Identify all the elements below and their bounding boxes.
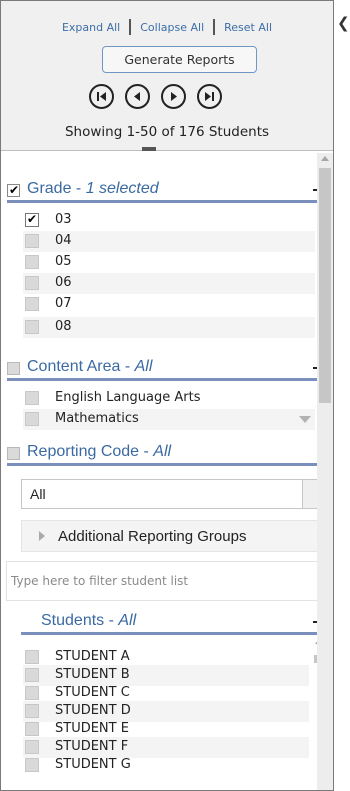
panel-scrollbar[interactable]: [317, 153, 333, 790]
grade-label: 04: [55, 233, 72, 248]
next-page-icon[interactable]: [161, 84, 186, 109]
collapse-panel-icon[interactable]: ❮: [337, 14, 350, 34]
student-checkbox[interactable]: [25, 704, 39, 718]
reporting-code-select-all-checkbox[interactable]: [7, 447, 20, 460]
students-title-text: Students -: [41, 612, 119, 629]
content-area-option-math[interactable]: Mathematics: [23, 409, 315, 430]
grade-checkbox[interactable]: [25, 320, 39, 334]
grade-option-04[interactable]: 04: [23, 231, 315, 252]
content-area-status-text: All: [134, 358, 153, 375]
student-name: STUDENT F: [55, 739, 129, 754]
grade-label: 03: [55, 212, 72, 227]
students-status-text: All: [118, 612, 137, 629]
student-checkbox[interactable]: [25, 722, 39, 736]
expand-all-link[interactable]: Expand All: [62, 21, 120, 34]
grade-label: 08: [55, 319, 72, 334]
header-links: Expand All Collapse All Reset All: [1, 19, 333, 35]
additional-reporting-groups-label: Additional Reporting Groups: [58, 528, 247, 545]
students-section-title: Students - All: [41, 612, 136, 630]
student-row[interactable]: STUDENT G: [23, 755, 309, 776]
student-name: STUDENT G: [55, 757, 131, 772]
student-name: STUDENT E: [55, 721, 129, 736]
content-area-section-header[interactable]: Content Area - All: [7, 357, 327, 381]
student-checkbox[interactable]: [25, 740, 39, 754]
content-area-section-title: Content Area - All: [27, 358, 152, 376]
student-name: STUDENT B: [55, 667, 130, 682]
grade-checkbox[interactable]: [25, 297, 39, 311]
reset-all-link[interactable]: Reset All: [224, 21, 272, 34]
student-checkbox[interactable]: [25, 668, 39, 682]
grade-checkbox[interactable]: ✔: [25, 212, 39, 227]
reporting-code-section-title: Reporting Code - All: [27, 443, 171, 461]
content-area-title-text: Content Area -: [27, 358, 135, 375]
collapse-all-link[interactable]: Collapse All: [140, 21, 204, 34]
grade-status-text: 1 selected: [85, 180, 159, 197]
first-page-icon[interactable]: [89, 84, 114, 109]
reporting-code-title-text: Reporting Code -: [27, 443, 154, 460]
grade-checkbox[interactable]: [25, 276, 39, 290]
grade-label: 06: [55, 275, 72, 290]
student-checkbox[interactable]: [25, 686, 39, 700]
resize-grip[interactable]: [142, 147, 156, 151]
content-area-label: English Language Arts: [55, 390, 201, 405]
grade-option-06[interactable]: 06: [23, 273, 315, 294]
additional-reporting-groups-toggle[interactable]: Additional Reporting Groups: [21, 520, 327, 552]
filter-scroll-area: ✔ Grade - 1 selected ✔ 03 04 05 06 07 08 …: [1, 153, 333, 790]
student-count-text: Showing 1-50 of 176 Students: [64, 124, 270, 140]
scrollbar-thumb[interactable]: [319, 168, 331, 403]
grade-option-03[interactable]: ✔ 03: [23, 210, 315, 231]
grade-section-title: Grade - 1 selected: [27, 180, 159, 198]
content-area-label: Mathematics: [55, 411, 139, 426]
link-divider: [129, 19, 132, 35]
last-page-icon[interactable]: [197, 84, 222, 109]
student-checkbox[interactable]: [25, 758, 39, 772]
scroll-down-icon[interactable]: [299, 416, 311, 423]
students-section-header[interactable]: Students - All: [21, 611, 327, 635]
grade-checkbox[interactable]: [25, 234, 39, 248]
checkmark-icon: ✔: [9, 183, 20, 197]
reporting-code-selected-value: All: [30, 486, 46, 502]
link-divider: [213, 19, 216, 35]
reporting-code-section-header[interactable]: Reporting Code - All: [7, 442, 327, 466]
grade-checkbox[interactable]: [25, 255, 39, 269]
grade-section-header[interactable]: ✔ Grade - 1 selected: [7, 179, 327, 203]
grade-option-07[interactable]: 07: [23, 294, 315, 315]
expand-arrow-icon: [39, 531, 45, 541]
grade-label: 07: [55, 296, 72, 311]
panel-header: Expand All Collapse All Reset All Generate…: [1, 1, 333, 151]
student-filter-panel: Expand All Collapse All Reset All Generate…: [0, 0, 334, 791]
content-area-option-ela[interactable]: English Language Arts: [23, 388, 315, 409]
content-area-checkbox[interactable]: [25, 391, 39, 405]
grade-title-text: Grade -: [27, 180, 86, 197]
student-checkbox[interactable]: [25, 650, 39, 664]
grade-option-08[interactable]: 08: [23, 317, 315, 338]
content-area-select-all-checkbox[interactable]: [7, 362, 20, 375]
student-name: STUDENT A: [55, 649, 130, 664]
grade-select-all-checkbox[interactable]: ✔: [7, 183, 20, 197]
previous-page-icon[interactable]: [125, 84, 150, 109]
grade-label: 05: [55, 254, 72, 269]
reporting-code-select[interactable]: All: [21, 479, 327, 509]
grade-option-05[interactable]: 05: [23, 252, 315, 273]
student-name: STUDENT C: [55, 685, 130, 700]
checkmark-icon: ✔: [27, 212, 38, 226]
student-filter-input[interactable]: [7, 562, 326, 600]
content-area-checkbox[interactable]: [25, 412, 39, 426]
student-filter-box: [6, 561, 327, 601]
reporting-code-status-text: All: [153, 443, 172, 460]
generate-reports-button[interactable]: Generate Reports: [102, 46, 257, 73]
student-name: STUDENT D: [55, 703, 131, 718]
scroll-up-icon[interactable]: [321, 156, 329, 161]
pagination-controls: [89, 84, 222, 109]
